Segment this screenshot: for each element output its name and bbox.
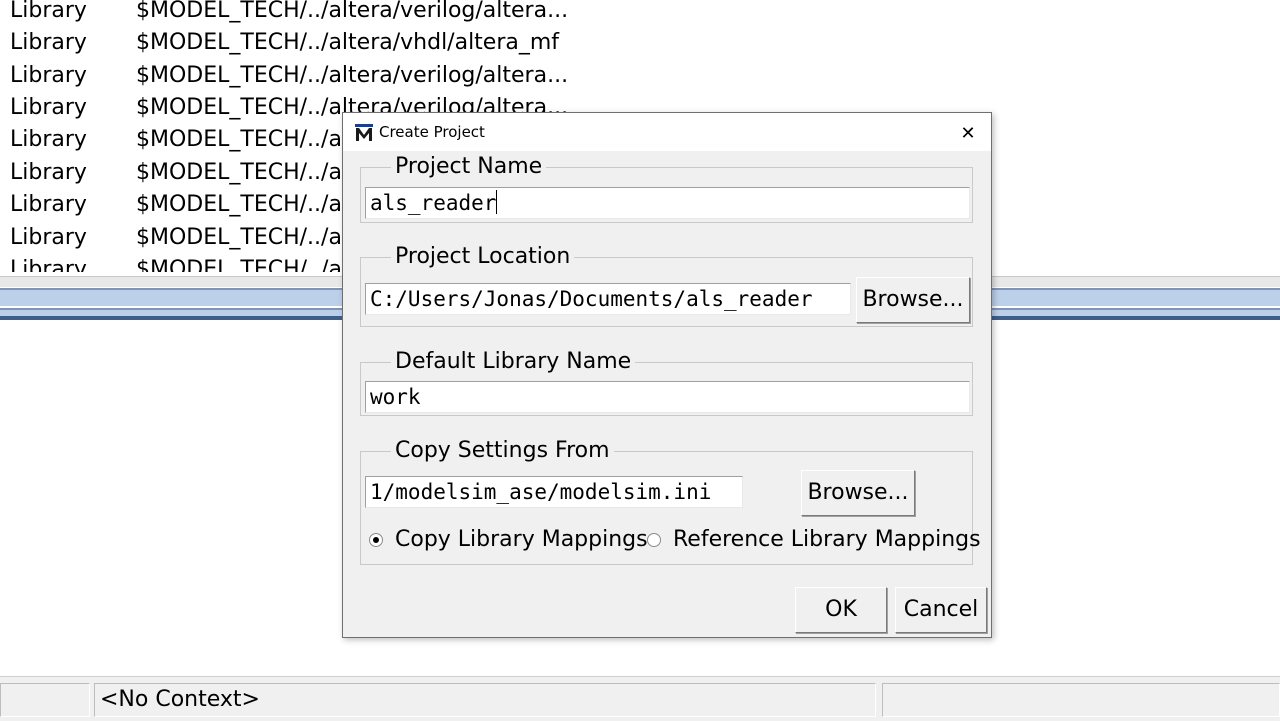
library-type: Library — [10, 30, 87, 55]
project-location-label: Project Location — [391, 244, 575, 270]
modelsim-logo-icon — [355, 124, 373, 141]
library-type: Library — [10, 63, 87, 88]
reference-mappings-label[interactable]: Reference Library Mappings — [673, 526, 981, 554]
copy-settings-browse-button[interactable]: Browse... — [801, 470, 915, 516]
copy-mappings-radio[interactable] — [369, 533, 383, 547]
text-caret — [496, 190, 498, 214]
library-type: Library — [10, 0, 87, 23]
library-type: Library — [10, 192, 87, 217]
default-library-group: Default Library Name work — [360, 349, 973, 416]
project-name-input[interactable]: als_reader — [365, 187, 970, 219]
copy-settings-label: Copy Settings From — [391, 438, 614, 464]
status-cell — [0, 683, 90, 717]
ok-button[interactable]: OK — [795, 587, 887, 633]
dialog-title: Create Project — [379, 123, 485, 141]
project-name-value: als_reader — [370, 191, 497, 215]
library-path: $MODEL_TECH/../al — [136, 192, 349, 217]
library-path: $MODEL_TECH/../al — [136, 160, 349, 185]
library-path: $MODEL_TECH/../altera/verilog/altera... — [136, 0, 569, 23]
library-type: Library — [10, 127, 87, 152]
status-cell — [882, 683, 1280, 717]
location-browse-button[interactable]: Browse... — [856, 277, 970, 323]
close-button[interactable]: ✕ — [953, 119, 983, 147]
library-type: Library — [10, 95, 87, 120]
default-library-input[interactable]: work — [365, 381, 970, 413]
library-type: Library — [10, 160, 87, 185]
library-type: Library — [10, 225, 87, 250]
close-icon: ✕ — [960, 122, 976, 144]
project-name-group: Project Name als_reader — [360, 154, 973, 223]
mapping-options: Copy Library Mappings Reference Library … — [361, 526, 981, 558]
create-project-dialog: Create Project ✕ Project Name als_reader… — [342, 112, 992, 638]
library-path: $MODEL_TECH/../al — [136, 127, 349, 152]
library-path: $MODEL_TECH/../altera/vhdl/altera_mf — [136, 30, 560, 55]
library-path: $MODEL_TECH/../al — [136, 225, 349, 250]
library-path: $MODEL_TECH/../al — [136, 257, 349, 272]
copy-settings-group: Copy Settings From 1/modelsim_ase/models… — [360, 438, 981, 565]
project-location-input[interactable]: C:/Users/Jonas/Documents/als_reader — [365, 283, 851, 315]
reference-mappings-radio[interactable] — [647, 533, 661, 547]
copy-mappings-label[interactable]: Copy Library Mappings — [395, 526, 648, 554]
project-name-label: Project Name — [391, 154, 547, 180]
cancel-button[interactable]: Cancel — [895, 587, 987, 633]
library-type: Library — [10, 257, 87, 272]
project-location-group: Project Location C:/Users/Jonas/Document… — [360, 244, 973, 327]
dialog-titlebar[interactable]: Create Project ✕ — [343, 113, 991, 151]
default-library-label: Default Library Name — [391, 349, 636, 375]
library-row[interactable]: Library $MODEL_TECH/../altera/vhdl/alter… — [0, 30, 1280, 62]
library-path: $MODEL_TECH/../altera/verilog/altera... — [136, 63, 569, 88]
status-context: <No Context> — [100, 687, 260, 712]
library-row[interactable]: Library $MODEL_TECH/../altera/verilog/al… — [0, 63, 1280, 95]
library-row[interactable]: Library $MODEL_TECH/../altera/verilog/al… — [0, 0, 1280, 30]
status-bar: <No Context> — [0, 676, 1280, 721]
copy-settings-input[interactable]: 1/modelsim_ase/modelsim.ini — [365, 476, 743, 508]
